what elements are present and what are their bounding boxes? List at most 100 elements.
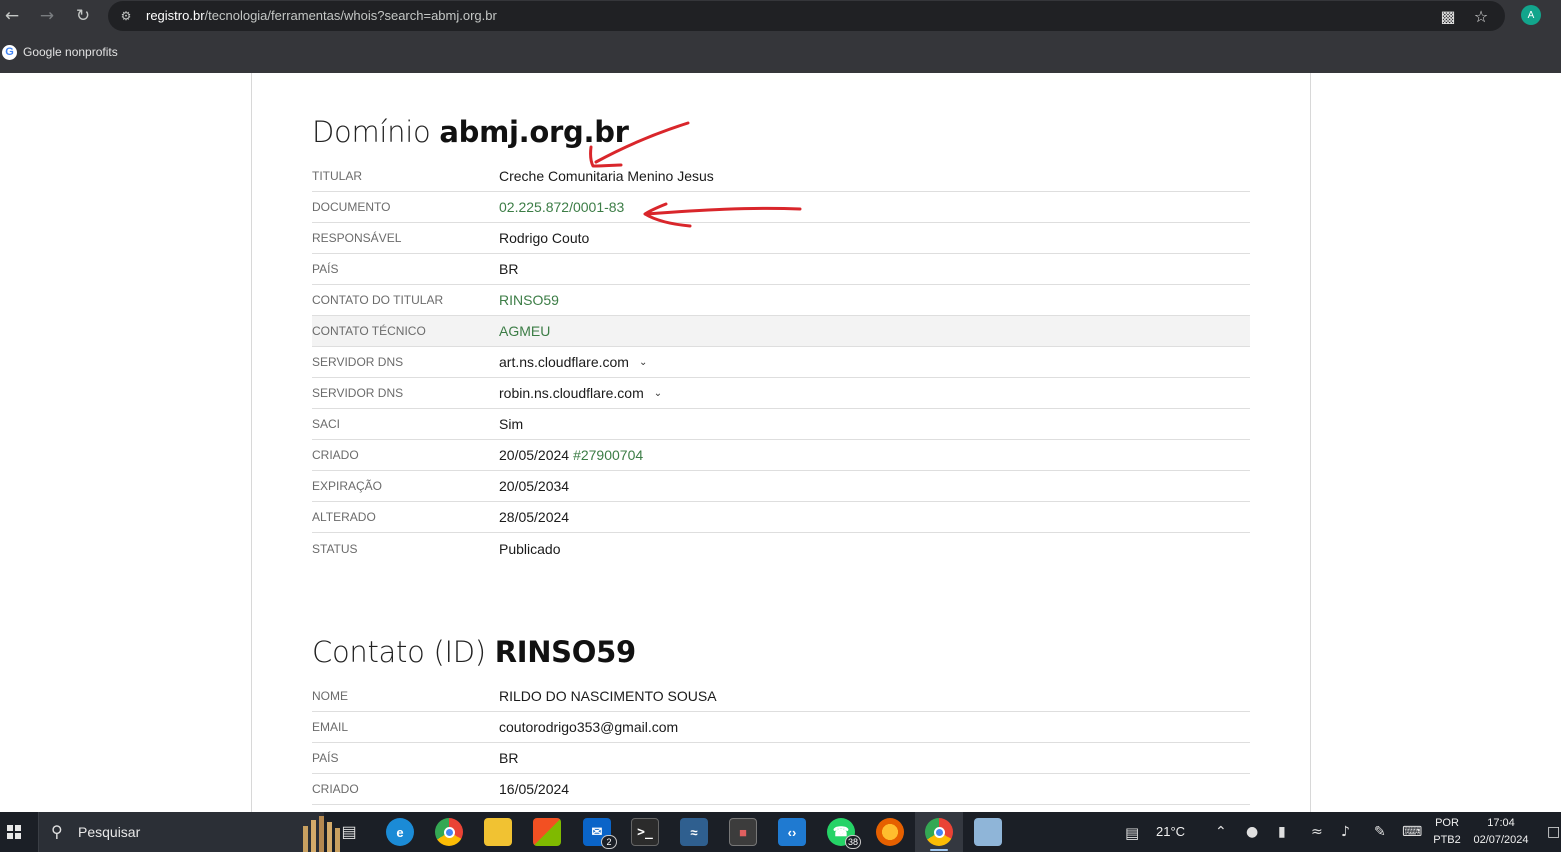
row-value: Publicado: [499, 540, 561, 557]
vscode-icon[interactable]: ‹›: [778, 818, 806, 846]
owner-contact-link[interactable]: RINSO59: [499, 292, 559, 308]
ticket-link[interactable]: #27900704: [573, 447, 643, 463]
forward-icon[interactable]: →: [35, 4, 59, 28]
wifi-icon[interactable]: ≈: [1311, 824, 1323, 840]
clock-time: 17:04: [1487, 817, 1515, 829]
row-label: SERVIDOR DNS: [312, 386, 404, 400]
row-value: coutorodrigo353@gmail.com: [499, 719, 679, 735]
row-label: SACI: [312, 417, 341, 431]
edge-icon[interactable]: e: [386, 818, 414, 846]
contact-heading-name: RINSO59: [494, 635, 636, 669]
url-text[interactable]: registro.br/tecnologia/ferramentas/whois…: [146, 8, 497, 23]
contact-heading-prefix: Contato (ID): [312, 635, 486, 669]
volume-icon[interactable]: ♪: [1341, 824, 1350, 840]
lang-code: POR: [1435, 817, 1459, 829]
start-button[interactable]: [0, 812, 28, 852]
domain-table: TITULAR Creche Comunitaria Menino Jesus …: [312, 161, 1250, 564]
row-value: 20/05/2034: [499, 478, 570, 494]
table-row: SERVIDOR DNS art.ns.cloudflare.com ⌄: [312, 347, 1250, 378]
chevron-down-icon[interactable]: ⌄: [654, 388, 662, 399]
row-label: EMAIL: [312, 720, 349, 734]
domain-heading: Domínio abmj.org.br: [312, 109, 1250, 155]
row-value: Creche Comunitaria Menino Jesus: [499, 168, 714, 184]
mail-icon[interactable]: ✉ 2: [583, 818, 617, 849]
search-icon: ⚲: [51, 822, 63, 841]
row-value: Sim: [499, 416, 524, 432]
row-label: PAÍS: [312, 262, 339, 276]
table-row: SERVIDOR DNS robin.ns.cloudflare.com ⌄: [312, 378, 1250, 409]
table-row: CRIADO 16/05/2024: [312, 774, 1250, 805]
row-value: 28/05/2024: [499, 509, 570, 525]
notifications-icon[interactable]: □: [1547, 824, 1560, 840]
created-date: 20/05/2024: [499, 447, 570, 463]
browser-chrome: ← → ↻ ⚙ registro.br/tecnologia/ferrament…: [0, 0, 1561, 73]
table-row: TITULAR Creche Comunitaria Menino Jesus: [312, 161, 1250, 192]
domain-heading-prefix: Domínio: [312, 115, 431, 149]
domain-section: Domínio abmj.org.br TITULAR Creche Comun…: [312, 109, 1250, 564]
mysql-workbench-icon[interactable]: ≈: [680, 818, 708, 846]
active-indicator: [930, 849, 948, 851]
table-row: CONTATO DO TITULAR RINSO59: [312, 285, 1250, 316]
clock-date: 02/07/2024: [1473, 834, 1529, 846]
keyboard-icon[interactable]: ⌨: [1402, 824, 1422, 840]
row-label: EXPIRAÇÃO: [312, 479, 383, 493]
row-label: NOME: [312, 689, 348, 703]
notepad-icon[interactable]: [974, 818, 1002, 846]
row-value: Rodrigo Couto: [499, 230, 590, 246]
table-row: STATUS Publicado: [312, 533, 1250, 564]
row-label: ALTERADO: [312, 510, 376, 524]
bookmark-google-nonprofits[interactable]: G Google nonprofits: [2, 43, 118, 61]
row-label: PAÍS: [312, 751, 339, 765]
profile-avatar[interactable]: A: [1521, 5, 1541, 25]
reload-icon[interactable]: ↻: [71, 4, 95, 28]
row-value: BR: [499, 261, 519, 277]
document-link[interactable]: 02.225.872/0001-83: [499, 199, 624, 215]
firefox-icon[interactable]: [876, 818, 904, 846]
row-label: CRIADO: [312, 448, 359, 462]
site-settings-icon[interactable]: ⚙: [117, 7, 135, 25]
table-row: SACI Sim: [312, 409, 1250, 440]
layout-code: PTB2: [1433, 834, 1461, 846]
store-icon[interactable]: [533, 818, 561, 846]
mail-badge: 2: [601, 835, 617, 849]
table-row: RESPONSÁVEL Rodrigo Couto: [312, 223, 1250, 254]
chevron-up-icon[interactable]: ⌃: [1215, 824, 1227, 840]
contact-table: NOME RILDO DO NASCIMENTO SOUSA EMAIL cou…: [312, 681, 1250, 805]
table-row: EXPIRAÇÃO 20/05/2034: [312, 471, 1250, 502]
chevron-down-icon[interactable]: ⌄: [639, 357, 647, 368]
file-explorer-icon[interactable]: [484, 818, 512, 846]
whatsapp-badge: 38: [844, 835, 861, 849]
pen-icon[interactable]: ✎: [1374, 824, 1386, 840]
table-row: PAÍS BR: [312, 254, 1250, 285]
terminal-icon[interactable]: >_: [631, 818, 659, 846]
bookmark-label: Google nonprofits: [23, 45, 118, 59]
table-row: NOME RILDO DO NASCIMENTO SOUSA: [312, 681, 1250, 712]
image-editor-icon[interactable]: ■: [729, 818, 757, 846]
content-container: Domínio abmj.org.br TITULAR Creche Comun…: [251, 73, 1311, 812]
taskbar-search[interactable]: ⚲ Pesquisar: [38, 812, 340, 852]
tech-contact-link[interactable]: AGMEU: [499, 323, 550, 339]
dns-server-toggle[interactable]: art.ns.cloudflare.com ⌄: [499, 354, 647, 370]
contact-section: Contato (ID) RINSO59 NOME RILDO DO NASCI…: [312, 629, 1250, 805]
camera-icon[interactable]: ●: [1246, 824, 1258, 840]
google-logo-icon: G: [2, 44, 17, 60]
dns-server-name: art.ns.cloudflare.com: [499, 354, 629, 370]
input-language[interactable]: POR PTB2: [1431, 815, 1463, 849]
chrome-icon[interactable]: [435, 818, 463, 846]
page-content: Domínio abmj.org.br TITULAR Creche Comun…: [0, 73, 1561, 812]
install-icon[interactable]: ▩: [1438, 6, 1458, 26]
address-bar[interactable]: ⚙ registro.br/tecnologia/ferramentas/who…: [108, 1, 1505, 31]
chrome-profile-icon[interactable]: [925, 818, 953, 846]
star-icon[interactable]: ☆: [1471, 6, 1491, 26]
weather-icon[interactable]: ▤: [1125, 824, 1139, 842]
dns-server-toggle[interactable]: robin.ns.cloudflare.com ⌄: [499, 385, 662, 401]
system-clock[interactable]: 17:04 02/07/2024: [1466, 815, 1536, 849]
task-view-icon[interactable]: ▤: [335, 818, 363, 846]
row-label: CONTATO DO TITULAR: [312, 293, 444, 307]
back-icon[interactable]: ←: [0, 4, 24, 28]
contact-heading: Contato (ID) RINSO59: [312, 629, 1250, 675]
battery-icon[interactable]: ▮: [1278, 824, 1286, 840]
table-row: DOCUMENTO 02.225.872/0001-83: [312, 192, 1250, 223]
whatsapp-icon[interactable]: ☎ 38: [827, 818, 861, 849]
weather-temperature[interactable]: 21°C: [1156, 824, 1185, 839]
